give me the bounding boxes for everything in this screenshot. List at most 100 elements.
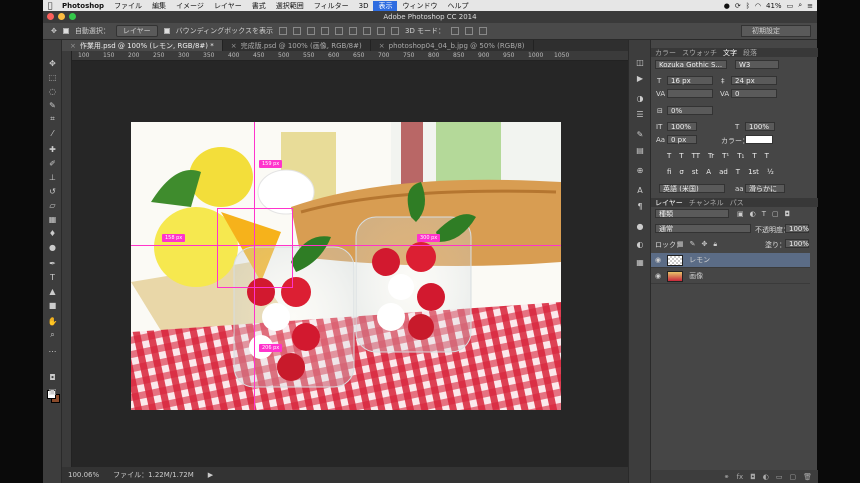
quick-select-tool-icon[interactable]: ✎ [47, 100, 58, 110]
antialias-select[interactable]: 滑らかに [745, 184, 785, 193]
ordinals-button[interactable]: 1st [748, 168, 759, 176]
close-tab-icon[interactable]: × [70, 42, 76, 50]
visibility-eye-icon[interactable]: ◉ [655, 256, 661, 264]
filter-shape-icon[interactable]: ▢ [772, 210, 779, 218]
align-middle-icon[interactable] [292, 27, 301, 35]
hand-tool-icon[interactable]: ✋ [47, 316, 58, 326]
properties-panel-icon[interactable]: ☰ [635, 110, 645, 120]
filter-smart-icon[interactable]: ◘ [785, 210, 791, 218]
guide-horizontal[interactable] [131, 245, 561, 246]
align-center-icon[interactable] [334, 27, 343, 35]
layer-row-image[interactable]: ◉ 画像 [651, 269, 810, 284]
discretionary-ligatures-button[interactable]: st [692, 168, 698, 176]
actions-panel-icon[interactable]: ▶ [635, 74, 645, 84]
font-style-select[interactable]: W3 [735, 60, 779, 69]
zoom-window-button[interactable] [69, 13, 76, 20]
subscript-button[interactable]: T₁ [737, 152, 744, 160]
document-image[interactable]: 159 px 158 px 300 px 206 px [131, 122, 561, 410]
align-top-icon[interactable] [278, 27, 287, 35]
type-tool-icon[interactable]: T [47, 272, 58, 282]
horizontal-ruler[interactable]: 100 150 200 250 300 350 400 450 500 550 … [72, 51, 628, 61]
character-panel-icon[interactable]: A [635, 186, 645, 196]
list-icon[interactable]: ≡ [807, 2, 813, 10]
faux-italic-button[interactable]: T [679, 152, 683, 160]
menu-3d[interactable]: 3D [354, 2, 374, 10]
rotate-3d-icon[interactable] [451, 27, 460, 35]
roll-3d-icon[interactable] [465, 27, 474, 35]
visibility-eye-icon[interactable]: ◉ [655, 272, 661, 280]
tab-working-psd[interactable]: × 作業用.psd @ 100% (レモン, RGB/8#) * [62, 40, 223, 51]
tsume-field[interactable]: 0% [667, 106, 713, 115]
tab-character[interactable]: 文字 [723, 48, 737, 58]
bounding-box-checkbox[interactable] [163, 28, 170, 34]
menu-filter[interactable]: フィルター [309, 1, 354, 11]
gradient-tool-icon[interactable]: ▦ [47, 214, 58, 224]
vertical-ruler[interactable] [62, 51, 72, 467]
menu-help[interactable]: ヘルプ [442, 1, 473, 11]
adjustments-panel-icon[interactable]: ◑ [635, 94, 645, 104]
lock-all-icon[interactable]: 🔒︎ [713, 240, 717, 249]
color-panel-icon[interactable]: ● [635, 222, 645, 232]
camera-icon[interactable]: ● [724, 2, 730, 10]
clone-source-icon[interactable]: ⊕ [635, 166, 645, 176]
new-layer-icon[interactable]: ▢ [789, 473, 796, 481]
layer-style-icon[interactable]: fx [737, 473, 744, 481]
quick-mask-icon[interactable]: ◘ [47, 372, 58, 382]
underline-button[interactable]: T [752, 152, 756, 160]
close-tab-icon[interactable]: × [379, 42, 385, 50]
pan-3d-icon[interactable] [479, 27, 488, 35]
screen-mode-icon[interactable]: ▣ [47, 386, 58, 396]
tab-paragraph[interactable]: 段落 [743, 48, 757, 58]
workspace-preset-dropdown[interactable]: 初期設定 [741, 25, 811, 37]
tab-photo-jpg[interactable]: × photoshop04_04_b.jpg @ 50% (RGB/8) [371, 40, 534, 51]
ligatures-button[interactable]: fi [667, 168, 671, 176]
tab-swatches[interactable]: スウォッチ [682, 48, 717, 58]
marquee-tool-icon[interactable]: ⬚ [47, 72, 58, 82]
status-menu-arrow-icon[interactable]: ▶ [208, 471, 213, 479]
more-tools-icon[interactable]: … [47, 344, 58, 354]
menu-select[interactable]: 選択範囲 [271, 1, 309, 11]
eyedropper-tool-icon[interactable]: ⁄ [47, 128, 58, 138]
opacity-field[interactable]: 100% [785, 224, 809, 233]
layer-row-lemon[interactable]: ◉ レモン [651, 253, 810, 268]
tab-layers[interactable]: レイヤー [655, 198, 683, 208]
small-caps-button[interactable]: Tr [708, 152, 714, 160]
sync-icon[interactable]: ⟳ [735, 2, 741, 10]
distribute-middle-icon[interactable] [376, 27, 385, 35]
menu-window[interactable]: ウィンドウ [397, 1, 442, 11]
stylistic-alternates-button[interactable]: ad [719, 168, 728, 176]
tab-channels[interactable]: チャンネル [689, 198, 724, 208]
search-icon[interactable]: ⌕ [798, 1, 802, 10]
bluetooth-icon[interactable]: ᛒ [746, 2, 750, 10]
align-bottom-icon[interactable] [306, 27, 315, 35]
blend-mode-select[interactable]: 通常 [655, 224, 751, 233]
brush-panel-icon[interactable]: ✎ [635, 130, 645, 140]
menu-layer[interactable]: レイヤー [209, 1, 247, 11]
eraser-tool-icon[interactable]: ▱ [47, 200, 58, 210]
titling-alternates-button[interactable]: T [736, 168, 740, 176]
fractions-button[interactable]: ½ [767, 168, 774, 176]
path-select-tool-icon[interactable]: ▲ [47, 286, 58, 296]
link-layers-icon[interactable]: ⚭ [724, 473, 730, 481]
new-adjustment-icon[interactable]: ◐ [763, 473, 769, 481]
pen-tool-icon[interactable]: ✒ [47, 258, 58, 268]
superscript-button[interactable]: T¹ [722, 152, 729, 160]
zoom-level[interactable]: 100.06% [68, 471, 99, 479]
minimize-window-button[interactable] [58, 13, 65, 20]
filter-pixel-icon[interactable]: ▣ [737, 210, 744, 218]
layer-filter-kind[interactable]: 種類 [655, 209, 729, 218]
paragraph-panel-icon[interactable]: ¶ [635, 202, 645, 212]
font-size-field[interactable]: 16 px [667, 76, 713, 85]
faux-bold-button[interactable]: T [667, 152, 671, 160]
tab-paths[interactable]: パス [730, 198, 744, 208]
dodge-tool-icon[interactable]: ● [47, 242, 58, 252]
baseline-shift-field[interactable]: 0 px [667, 135, 697, 144]
battery-icon[interactable]: ▭ [787, 2, 794, 10]
tab-final-psd[interactable]: × 完成版.psd @ 100% (画像, RGB/8#) [223, 40, 371, 51]
zoom-tool-icon[interactable]: ⌕ [47, 330, 58, 340]
apple-icon[interactable]:  [43, 1, 57, 10]
fill-field[interactable]: 100% [785, 239, 809, 248]
wifi-icon[interactable]: ◠ [755, 2, 761, 10]
layer-name[interactable]: レモン [689, 255, 710, 265]
text-color-swatch[interactable] [745, 135, 773, 144]
